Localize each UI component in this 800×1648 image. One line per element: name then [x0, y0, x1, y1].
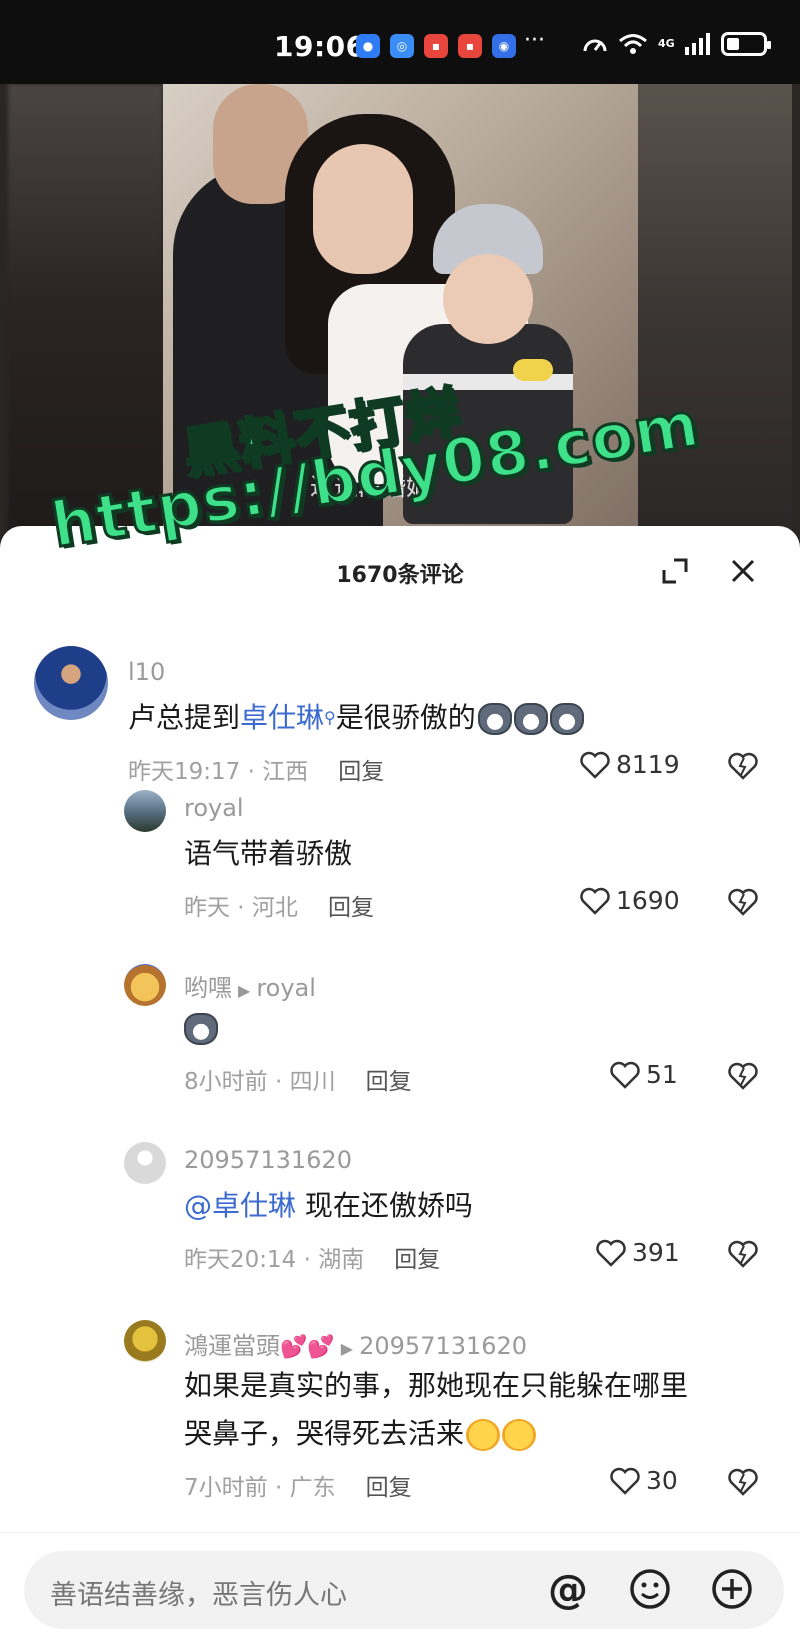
dislike-icon[interactable] [728, 1062, 758, 1090]
comment-time-location: 昨天19:17 · 江西 [128, 759, 309, 785]
comment-input[interactable]: 善语结善缘，恶言伤人心 @ [24, 1551, 784, 1629]
emoji-icon[interactable] [628, 1567, 672, 1611]
video-banana [513, 359, 553, 381]
system-status-icons: 4G [582, 32, 771, 56]
comment-username: 鴻運當頭💕💕 ▶ 20957131620 [184, 1332, 528, 1360]
like-count: 51 [646, 1060, 678, 1089]
video-blur-right [638, 84, 792, 554]
like-button[interactable]: 8119 [580, 750, 680, 779]
notification-icons: ● ◎ ▪ ▪ ◉ [356, 34, 516, 58]
comment-username[interactable]: l10 [128, 658, 165, 686]
comment-meta: 昨天20:14 · 湖南 回复 [184, 1240, 440, 1274]
dislike-icon[interactable] [728, 888, 758, 916]
status-bar: 19:06 ● ◎ ▪ ▪ ◉ ··· 4G [0, 0, 800, 84]
more-notifications-icon: ··· [524, 28, 545, 53]
mention-link[interactable]: @卓仕琳 [184, 1189, 296, 1222]
dislike-icon[interactable] [728, 1468, 758, 1496]
at-mention-icon[interactable]: @ [548, 1567, 588, 1613]
mention-link[interactable]: 卓仕琳 [240, 701, 324, 734]
wifi-share-app-icon: ◎ [390, 34, 414, 58]
husky-emoji-icon [184, 1013, 218, 1045]
shop-app-2-icon: ▪ [458, 34, 482, 58]
avatar[interactable] [124, 790, 166, 832]
message-app-icon: ● [356, 34, 380, 58]
network-type-label: 4G [658, 37, 675, 50]
like-button[interactable]: 391 [596, 1238, 680, 1267]
reply-button[interactable]: 回复 [328, 895, 374, 921]
heart-icon [580, 751, 610, 779]
dislike-icon[interactable] [728, 1240, 758, 1268]
husky-emoji-icon [477, 703, 512, 735]
shop-app-icon: ▪ [424, 34, 448, 58]
comment-meta: 7小时前 · 广东 回复 [184, 1468, 412, 1502]
dislike-icon[interactable] [728, 752, 758, 780]
avatar[interactable] [124, 1142, 166, 1184]
comment-text: 卢总提到卓仕琳⚲是很骄傲的 [128, 694, 584, 742]
heart-icon [596, 1239, 626, 1267]
comment-input-placeholder: 善语结善缘，恶言伤人心 [50, 1580, 347, 1611]
hearts-icon: 💕💕 [280, 1335, 335, 1360]
comment-username: 哟嘿 ▶ royal [184, 974, 316, 1002]
comment-text: @卓仕琳 现在还傲娇吗 [184, 1189, 473, 1222]
expand-icon[interactable] [660, 556, 690, 586]
status-time: 19:06 [274, 30, 366, 63]
search-icon: ⚲ [324, 708, 336, 727]
add-icon[interactable] [710, 1567, 754, 1611]
reply-button[interactable]: 回复 [366, 1475, 412, 1501]
battery-icon [720, 32, 771, 56]
heart-icon [610, 1467, 640, 1495]
wifi-icon [619, 34, 647, 54]
video-child-face [443, 254, 533, 344]
signal-icon [684, 33, 710, 55]
comment-time-location: 7小时前 · 广东 [184, 1475, 336, 1501]
like-count: 8119 [616, 750, 680, 779]
like-button[interactable]: 1690 [580, 886, 680, 915]
like-button[interactable]: 30 [610, 1466, 678, 1495]
comment-text: 语气带着骄傲 [184, 837, 353, 870]
reply-button[interactable]: 回复 [366, 1069, 412, 1095]
like-count: 30 [646, 1466, 678, 1495]
browser-app-icon: ◉ [492, 34, 516, 58]
reply-arrow-icon: ▶ [238, 981, 251, 1000]
comment-username[interactable]: royal [184, 794, 244, 822]
comment-time-location: 昨天 · 河北 [184, 895, 298, 921]
comment-time-location: 昨天20:14 · 湖南 [184, 1247, 365, 1273]
reply-arrow-icon: ▶ [340, 1339, 354, 1358]
comment-meta: 8小时前 · 四川 回复 [184, 1062, 412, 1096]
comment-username[interactable]: 20957131620 [184, 1146, 352, 1174]
husky-emoji-icon [549, 703, 584, 735]
like-count: 391 [632, 1238, 680, 1267]
comments-sheet: 1670条评论 l10 卢总提到卓仕琳⚲是很骄傲的 昨天19:17 · 江西 回复… [0, 526, 800, 1648]
avatar[interactable] [124, 1320, 166, 1362]
comment-text [184, 1004, 218, 1052]
reply-button[interactable]: 回复 [394, 1247, 440, 1273]
video-person-woman-face [313, 144, 413, 274]
comment-text: 如果是真实的事，那她现在只能躲在哪里 哭鼻子，哭得死去活来 [184, 1369, 689, 1451]
heart-icon [580, 887, 610, 915]
like-button[interactable]: 51 [610, 1060, 678, 1089]
comment-time-location: 8小时前 · 四川 [184, 1069, 336, 1095]
avatar[interactable] [34, 646, 108, 720]
comment-input-bar: 善语结善缘，恶言伤人心 @ [0, 1532, 800, 1648]
avatar[interactable] [124, 964, 166, 1006]
close-icon[interactable] [728, 556, 758, 586]
comment-meta: 昨天 · 河北 回复 [184, 888, 374, 922]
like-count: 1690 [616, 886, 680, 915]
heart-icon [610, 1061, 640, 1089]
speed-gauge-icon [583, 39, 607, 52]
crying-emoji-icon [502, 1419, 537, 1451]
smirk-emoji-icon [466, 1419, 501, 1451]
comment-meta: 昨天19:17 · 江西 回复 [128, 752, 384, 786]
reply-button[interactable]: 回复 [338, 759, 384, 785]
husky-emoji-icon [513, 703, 548, 735]
